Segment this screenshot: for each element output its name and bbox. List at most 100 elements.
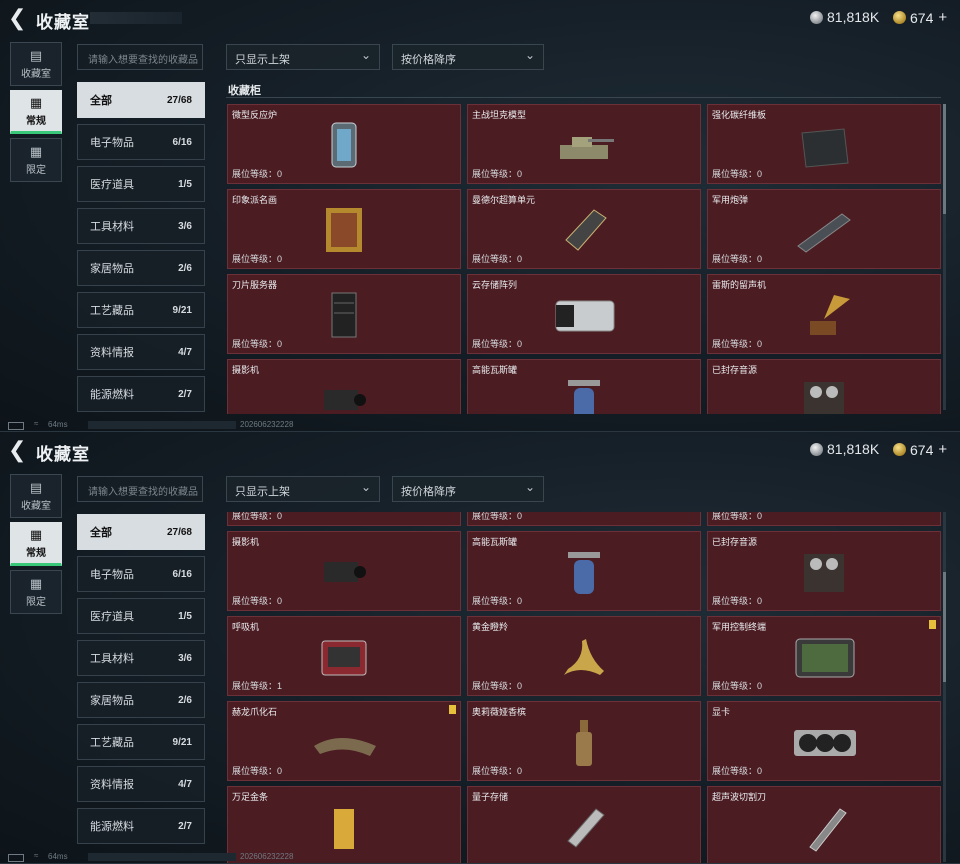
collection-card[interactable]: 军用炮弹 展位等级：0 — [707, 189, 941, 269]
collection-card[interactable]: 微型反应炉 展位等级：0 — [227, 104, 461, 184]
collection-card[interactable]: 雷斯的留声机 展位等级：0 — [707, 274, 941, 354]
painting-icon — [326, 208, 362, 252]
dropdown-value: 按价格降序 — [401, 54, 456, 66]
collection-card[interactable]: 显卡 展位等级：0 — [707, 701, 941, 781]
category-label: 全部 — [90, 95, 112, 107]
collection-screen-top: ❮ 收藏室 81,818K 674 + ▤ 收藏室 ▦ 常规 ▦ 限定 请输入想… — [0, 0, 960, 432]
category-crafts[interactable]: 工艺藏品 9/21 — [77, 724, 205, 760]
category-home[interactable]: 家居物品 2/6 — [77, 682, 205, 718]
collection-card[interactable]: 高能瓦斯罐 展位等级：0 — [467, 531, 701, 611]
collection-card[interactable]: 已封存音源 — [707, 359, 941, 414]
category-energy[interactable]: 能源燃料 2/7 — [77, 376, 205, 412]
category-electronics[interactable]: 电子物品 6/16 — [77, 556, 205, 592]
page-title: 收藏室 — [36, 13, 90, 32]
collection-card[interactable]: 赫龙爪化石 展位等级：0 — [227, 701, 461, 781]
collection-card[interactable]: 摄影机 — [227, 359, 461, 414]
collection-card[interactable]: 展位等级：0 — [227, 512, 461, 526]
collection-card[interactable]: 军用控制终端 展位等级：0 — [707, 616, 941, 696]
gold-coin-icon — [893, 11, 906, 24]
item-name: 赫龙爪化石 — [232, 707, 278, 717]
category-count: 4/7 — [178, 778, 192, 790]
search-input[interactable]: 请输入想要查找的收藏品 — [77, 44, 203, 70]
category-label: 电子物品 — [90, 569, 134, 581]
item-name: 曼德尔超算单元 — [472, 195, 536, 205]
display-level: 展位等级：0 — [712, 681, 763, 691]
gold-currency[interactable]: 674 + — [893, 441, 947, 458]
collection-card[interactable]: 印象派名画 展位等级：0 — [227, 189, 461, 269]
new-badge-icon — [929, 620, 936, 629]
shelf-filter-dropdown[interactable]: 只显示上架 ⌄ — [226, 476, 380, 502]
sort-dropdown[interactable]: 按价格降序 ⌄ — [392, 44, 544, 70]
collection-card[interactable]: 已封存音源 展位等级：0 — [707, 531, 941, 611]
item-name: 超声波切割刀 — [712, 792, 767, 802]
category-all[interactable]: 全部 27/68 — [77, 514, 205, 550]
shelf-filter-dropdown[interactable]: 只显示上架 ⌄ — [226, 44, 380, 70]
category-count: 2/7 — [178, 820, 192, 832]
category-electronics[interactable]: 电子物品 6/16 — [77, 124, 205, 160]
gold-currency[interactable]: 674 + — [893, 9, 947, 26]
page-title: 收藏室 — [36, 445, 90, 464]
item-name: 刀片服务器 — [232, 280, 278, 290]
gold-amount: 674 — [910, 9, 934, 26]
add-currency-button[interactable]: + — [938, 441, 947, 458]
category-intel[interactable]: 资料情报 4/7 — [77, 766, 205, 802]
category-medical[interactable]: 医疗道具 1/5 — [77, 598, 205, 634]
scroll-thumb[interactable] — [943, 572, 946, 682]
battery-icon — [8, 422, 24, 430]
category-tools[interactable]: 工具材料 3/6 — [77, 640, 205, 676]
collection-card[interactable]: 曼德尔超算单元 展位等级：0 — [467, 189, 701, 269]
collection-card[interactable]: 高能瓦斯罐 — [467, 359, 701, 414]
category-medical[interactable]: 医疗道具 1/5 — [77, 166, 205, 202]
back-arrow-icon[interactable]: ❮ — [8, 438, 30, 462]
collection-card[interactable]: 呼吸机 展位等级：1 — [227, 616, 461, 696]
nav-collection-room[interactable]: ▤ 收藏室 — [10, 474, 62, 518]
back-arrow-icon[interactable]: ❮ — [8, 6, 30, 30]
category-crafts[interactable]: 工艺藏品 9/21 — [77, 292, 205, 328]
collection-card[interactable]: 摄影机 展位等级：0 — [227, 531, 461, 611]
quantum-storage-icon — [567, 808, 605, 848]
grid-row: 刀片服务器 展位等级：0 云存储阵列 展位等级：0 雷斯的留声机 展位等级：0 — [227, 274, 941, 354]
category-energy[interactable]: 能源燃料 2/7 — [77, 808, 205, 844]
silver-amount: 81,818K — [827, 441, 880, 457]
search-input[interactable]: 请输入想要查找的收藏品 — [77, 476, 203, 502]
category-intel[interactable]: 资料情报 4/7 — [77, 334, 205, 370]
nav-limited[interactable]: ▦ 限定 — [10, 570, 62, 614]
display-level: 展位等级：0 — [712, 512, 763, 521]
collection-card[interactable]: 云存储阵列 展位等级：0 — [467, 274, 701, 354]
collection-card[interactable]: 黄金瞪羚 展位等级：0 — [467, 616, 701, 696]
redacted-id — [88, 853, 236, 861]
item-name: 军用炮弹 — [712, 195, 749, 205]
nav-regular[interactable]: ▦ 常规 — [10, 90, 62, 134]
category-all[interactable]: 全部 27/68 — [77, 82, 205, 118]
battery-icon — [8, 854, 24, 862]
category-label: 家居物品 — [90, 695, 134, 707]
collection-card[interactable]: 奥莉薇娅香槟 展位等级：0 — [467, 701, 701, 781]
gramophone-icon — [810, 295, 850, 335]
collection-card[interactable]: 主战坦克模型 展位等级：0 — [467, 104, 701, 184]
category-home[interactable]: 家居物品 2/6 — [77, 250, 205, 286]
grid-content: 微型反应炉 展位等级：0 主战坦克模型 展位等级：0 强化碳纤维板 展位等级：0 印象派名画… — [227, 104, 941, 414]
category-label: 资料情报 — [90, 347, 134, 359]
grid-row: 展位等级：0 展位等级：0 展位等级：0 — [227, 512, 941, 526]
display-level: 展位等级：0 — [472, 681, 523, 691]
collection-card[interactable]: 展位等级：0 — [467, 512, 701, 526]
category-label: 工具材料 — [90, 653, 134, 665]
grid-row: 微型反应炉 展位等级：0 主战坦克模型 展位等级：0 强化碳纤维板 展位等级：0 — [227, 104, 941, 184]
collection-card[interactable]: 强化碳纤维板 展位等级：0 — [707, 104, 941, 184]
category-tools[interactable]: 工具材料 3/6 — [77, 208, 205, 244]
grid-row: 摄影机 展位等级：0 高能瓦斯罐 展位等级：0 已封存音源 展位等级：0 — [227, 531, 941, 611]
nav-regular[interactable]: ▦ 常规 — [10, 522, 62, 566]
chevron-down-icon: ⌄ — [360, 480, 371, 494]
sort-dropdown[interactable]: 按价格降序 ⌄ — [392, 476, 544, 502]
nav-collection-room[interactable]: ▤ 收藏室 — [10, 42, 62, 86]
category-label: 资料情报 — [90, 779, 134, 791]
scrollbar[interactable] — [943, 512, 946, 862]
status-bar: ≈ 64ms 202606232228 — [0, 418, 960, 432]
nav-limited[interactable]: ▦ 限定 — [10, 138, 62, 182]
scrollbar[interactable] — [943, 104, 946, 410]
scroll-thumb[interactable] — [943, 104, 946, 214]
add-currency-button[interactable]: + — [938, 9, 947, 26]
carbon-plate-icon — [801, 128, 849, 168]
collection-card[interactable]: 刀片服务器 展位等级：0 — [227, 274, 461, 354]
collection-card[interactable]: 展位等级：0 — [707, 512, 941, 526]
